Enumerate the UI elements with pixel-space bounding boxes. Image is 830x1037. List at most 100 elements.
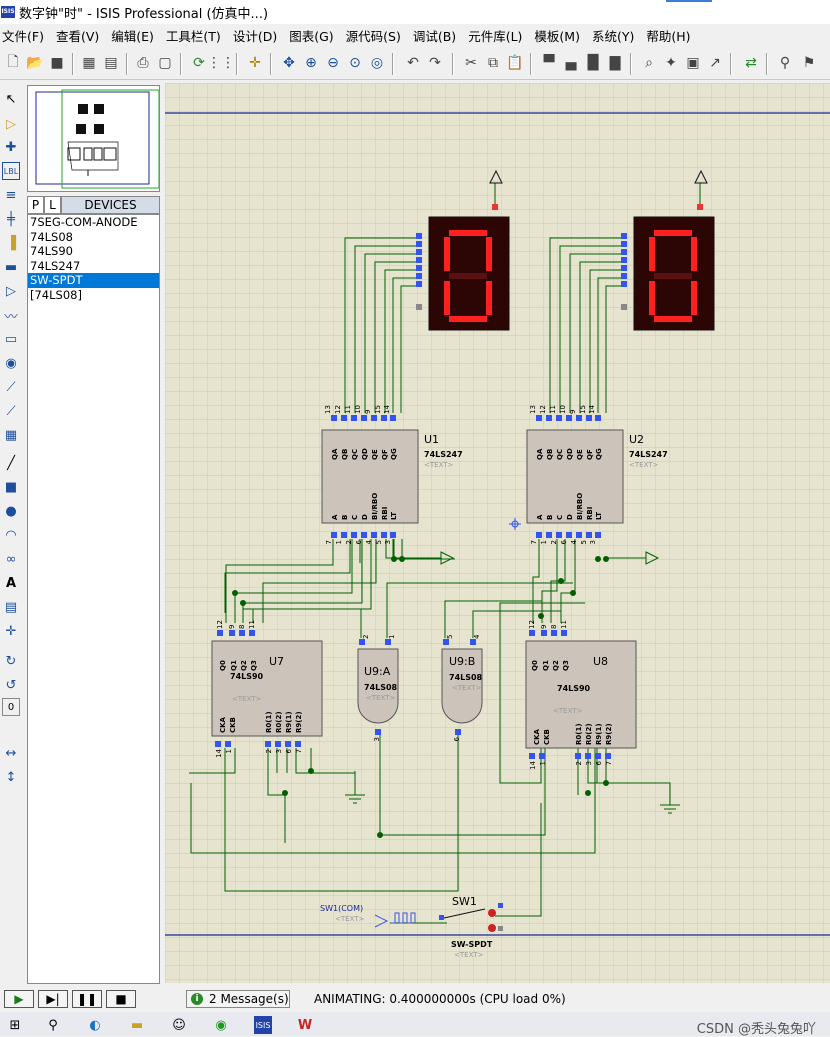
zoom-in-icon[interactable]: ⊕ bbox=[302, 54, 320, 72]
circle-icon[interactable]: ● bbox=[2, 502, 20, 520]
menu-source[interactable]: 源代码(S) bbox=[346, 26, 401, 45]
wire-label-icon[interactable]: LBL bbox=[2, 162, 20, 180]
block-rotate-icon[interactable]: █ bbox=[584, 54, 602, 72]
block-copy-icon[interactable]: ▀ bbox=[540, 54, 558, 72]
open-folder-icon[interactable]: 📂 bbox=[26, 54, 44, 72]
package-icon[interactable]: ▣ bbox=[684, 54, 702, 72]
current-probe-icon[interactable]: ⟋ bbox=[2, 402, 20, 420]
origin-icon[interactable]: ✛ bbox=[246, 54, 264, 72]
block-delete-icon[interactable]: ▇ bbox=[606, 54, 624, 72]
paste-icon[interactable]: 📋 bbox=[506, 54, 524, 72]
property-assign-icon[interactable]: ⚑ bbox=[800, 54, 818, 72]
pick-device-icon[interactable]: ⌕ bbox=[640, 54, 658, 72]
schematic-canvas[interactable]: 0 0 13 bbox=[165, 83, 830, 983]
line-icon[interactable]: ╱ bbox=[2, 454, 20, 472]
u8-label-q1: Q1 bbox=[542, 660, 550, 671]
subcircuit-icon[interactable]: ▐ bbox=[2, 234, 20, 252]
menu-design[interactable]: 设计(D) bbox=[233, 26, 277, 45]
zoom-out-icon[interactable]: ⊖ bbox=[324, 54, 342, 72]
undo-icon[interactable]: ↶ bbox=[404, 54, 422, 72]
file-explorer-icon[interactable]: ▬ bbox=[128, 1016, 146, 1034]
redo-icon[interactable]: ↷ bbox=[426, 54, 444, 72]
rotate-cw-icon[interactable]: ↻ bbox=[2, 652, 20, 670]
pause-button[interactable]: ❚❚ bbox=[72, 990, 102, 1008]
play-button[interactable]: ▶ bbox=[4, 990, 34, 1008]
stop-button[interactable]: ■ bbox=[106, 990, 136, 1008]
text-icon[interactable]: A bbox=[2, 574, 20, 592]
bus-icon[interactable]: ╪ bbox=[2, 210, 20, 228]
block-move-icon[interactable]: ▄ bbox=[562, 54, 580, 72]
library-tab[interactable]: L bbox=[44, 196, 61, 214]
device-item[interactable]: 74LS90 bbox=[28, 244, 159, 259]
component-mode-icon[interactable]: ▷ bbox=[2, 115, 20, 133]
menu-edit[interactable]: 编辑(E) bbox=[111, 26, 154, 45]
device-item[interactable]: 7SEG-COM-ANODE bbox=[28, 215, 159, 230]
arc-icon[interactable]: ◠ bbox=[2, 526, 20, 544]
app-icon-cat[interactable]: ☺ bbox=[170, 1016, 188, 1034]
u7-label-q0: Q0 bbox=[219, 660, 227, 671]
wps-icon[interactable]: W bbox=[296, 1016, 314, 1034]
decompose-icon[interactable]: ↗ bbox=[706, 54, 724, 72]
menu-view[interactable]: 查看(V) bbox=[56, 26, 99, 45]
menu-graph[interactable]: 图表(G) bbox=[289, 26, 333, 45]
rotation-angle-field[interactable]: 0 bbox=[2, 698, 20, 716]
device-item[interactable]: 74LS08 bbox=[28, 230, 159, 245]
selection-mode-icon[interactable]: ↖ bbox=[2, 90, 20, 108]
menu-toolbars[interactable]: 工具栏(T) bbox=[166, 26, 221, 45]
refresh-icon[interactable]: ⟳ bbox=[190, 54, 208, 72]
virtual-instrument-icon[interactable]: ▦ bbox=[2, 426, 20, 444]
menu-library[interactable]: 元件库(L) bbox=[468, 26, 522, 45]
menu-help[interactable]: 帮助(H) bbox=[646, 26, 690, 45]
save-icon[interactable]: ■ bbox=[48, 54, 66, 72]
overview-window[interactable] bbox=[27, 85, 160, 192]
wechat-icon[interactable]: ◉ bbox=[212, 1016, 230, 1034]
taskbar-search-icon[interactable]: ⚲ bbox=[44, 1016, 62, 1034]
messages-button[interactable]: i 2 Message(s) bbox=[186, 990, 290, 1008]
junction-dot-icon[interactable]: ✚ bbox=[2, 138, 20, 156]
pick-devices-tab[interactable]: P bbox=[27, 196, 44, 214]
pan-icon[interactable]: ✥ bbox=[280, 54, 298, 72]
terminal-icon[interactable]: ▬ bbox=[2, 258, 20, 276]
grid-icon[interactable]: ⋮⋮ bbox=[207, 54, 235, 72]
make-device-icon[interactable]: ✦ bbox=[662, 54, 680, 72]
device-item[interactable]: 74LS247 bbox=[28, 259, 159, 274]
new-file-icon[interactable]: 🗋 bbox=[4, 54, 22, 72]
generator-icon[interactable]: ◉ bbox=[2, 354, 20, 372]
menu-template[interactable]: 模板(M) bbox=[534, 26, 580, 45]
u1-pin-12: 12 bbox=[334, 405, 342, 414]
export-icon[interactable]: ▤ bbox=[102, 54, 120, 72]
mirror-y-icon[interactable]: ↕ bbox=[2, 768, 20, 786]
import-icon[interactable]: ▦ bbox=[80, 54, 98, 72]
mirror-x-icon[interactable]: ↔ bbox=[2, 744, 20, 762]
symbol-icon[interactable]: ▤ bbox=[2, 598, 20, 616]
box-icon[interactable]: ■ bbox=[2, 478, 20, 496]
menu-file[interactable]: 文件(F) bbox=[2, 26, 44, 45]
copy-icon[interactable]: ⧉ bbox=[484, 54, 502, 72]
u1-label-qa: QA bbox=[331, 448, 339, 460]
zoom-all-icon[interactable]: ⊙ bbox=[346, 54, 364, 72]
text-script-icon[interactable]: ≡ bbox=[2, 186, 20, 204]
graph-icon[interactable]: 〰 bbox=[2, 306, 20, 325]
edge-browser-icon[interactable]: ◐ bbox=[86, 1016, 104, 1034]
u7-pin-7: 7 bbox=[295, 749, 303, 753]
tape-recorder-icon[interactable]: ▭ bbox=[2, 330, 20, 348]
chip-u8[interactable]: 12 9 8 11 Q0 Q1 Q2 Q3 CKA CKB R0(1) R0(2… bbox=[525, 620, 637, 770]
device-pin-icon[interactable]: ▷ bbox=[2, 282, 20, 300]
print-area-icon[interactable]: ▢ bbox=[156, 54, 174, 72]
zoom-area-icon[interactable]: ◎ bbox=[368, 54, 386, 72]
windows-start-icon[interactable]: ⊞ bbox=[6, 1016, 24, 1034]
step-button[interactable]: ▶| bbox=[38, 990, 68, 1008]
menu-system[interactable]: 系统(Y) bbox=[592, 26, 634, 45]
voltage-probe-icon[interactable]: ⟋ bbox=[2, 378, 20, 396]
device-item-selected[interactable]: SW-SPDT bbox=[28, 273, 159, 288]
path-icon[interactable]: ∞ bbox=[2, 550, 20, 568]
isis-taskbar-icon[interactable]: ISIS bbox=[254, 1016, 272, 1034]
search-tag-icon[interactable]: ⚲ bbox=[776, 54, 794, 72]
print-icon[interactable]: ⎙ bbox=[134, 54, 152, 72]
device-item[interactable]: [74LS08] bbox=[28, 288, 159, 303]
cut-icon[interactable]: ✂ bbox=[462, 54, 480, 72]
rotate-ccw-icon[interactable]: ↺ bbox=[2, 676, 20, 694]
menu-debug[interactable]: 调试(B) bbox=[413, 26, 456, 45]
marker-icon[interactable]: ✛ bbox=[2, 622, 20, 640]
wire-autorouter-icon[interactable]: ⇄ bbox=[742, 54, 760, 72]
